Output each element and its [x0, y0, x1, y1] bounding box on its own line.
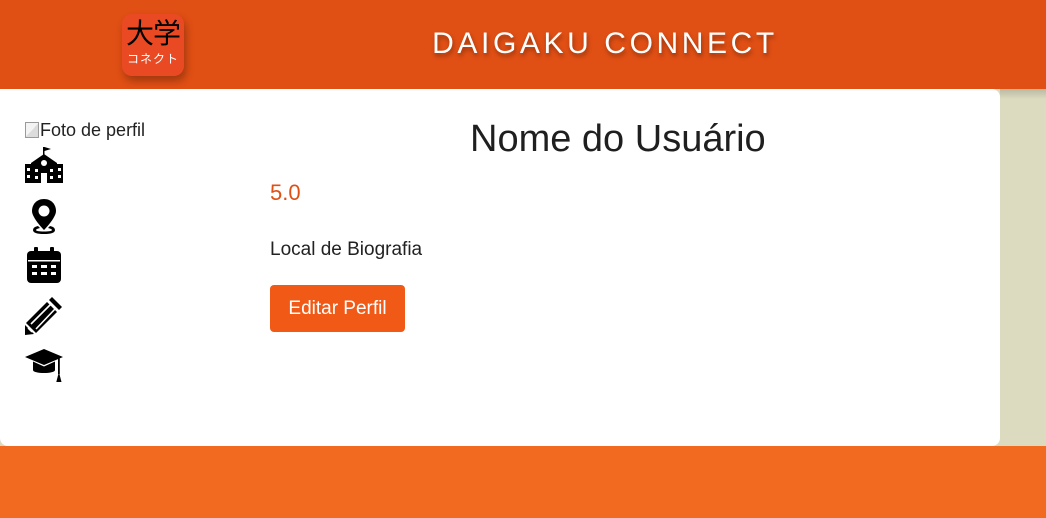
calendar-icon — [24, 246, 64, 286]
broken-image-icon — [25, 122, 39, 138]
profile-photo: Foto de perfil — [25, 119, 145, 141]
school-icon — [24, 146, 64, 186]
location-pin-icon — [24, 196, 64, 236]
graduation-cap-icon — [24, 346, 64, 386]
profile-photo-alt: Foto de perfil — [40, 120, 146, 140]
user-name: Nome do Usuário — [470, 118, 766, 160]
user-bio: Local de Biografia — [270, 239, 423, 260]
user-rating: 5.0 — [270, 180, 301, 205]
app-title: DAIGAKU CONNECT — [432, 27, 778, 60]
page-footer — [0, 446, 1046, 518]
header-shadow — [1000, 89, 1046, 99]
app-header: 大学 コネクト DAIGAKU CONNECT — [0, 0, 1046, 89]
app-logo[interactable]: 大学 コネクト — [122, 14, 184, 76]
pencil-icon — [24, 296, 64, 336]
edit-profile-button[interactable]: Editar Perfil — [270, 285, 405, 332]
page-background-strip — [1000, 89, 1046, 446]
logo-kanji: 大学 — [125, 17, 181, 50]
logo-kana: コネクト — [126, 52, 179, 66]
